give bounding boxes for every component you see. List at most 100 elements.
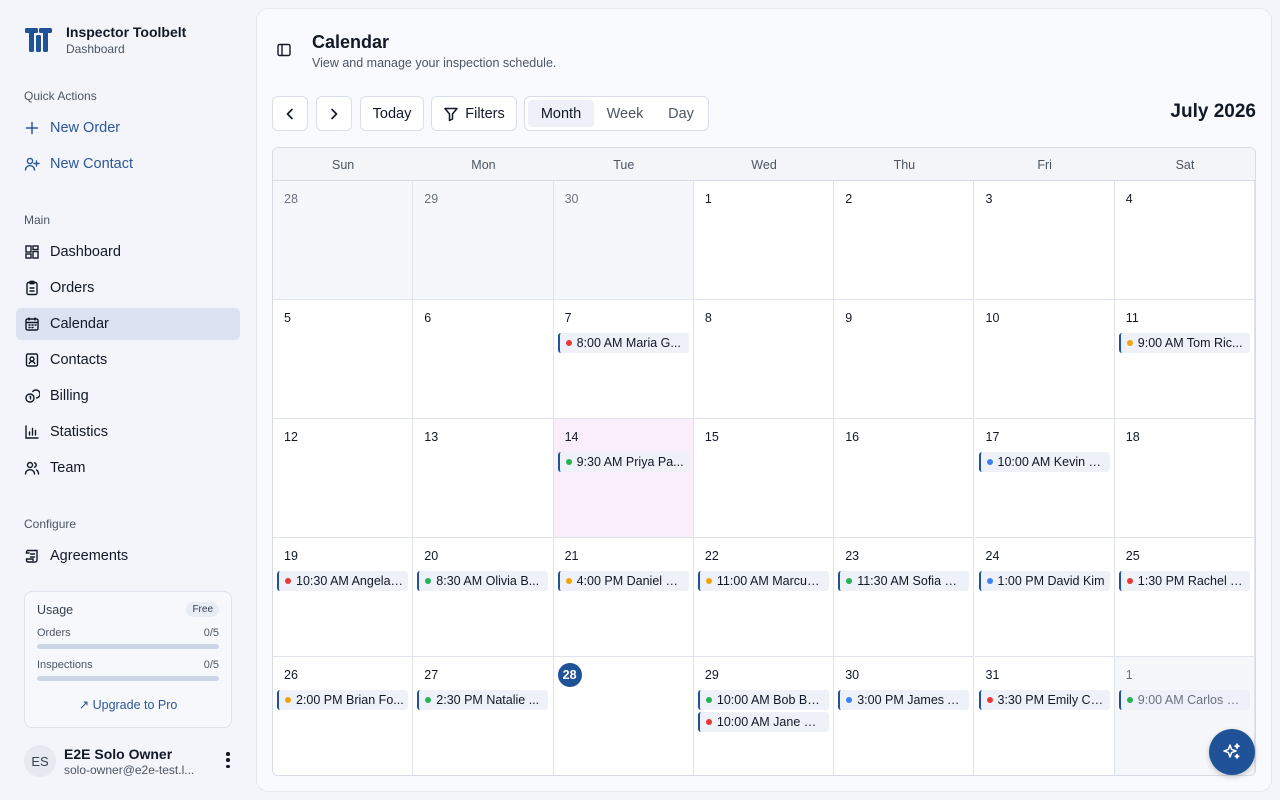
status-dot-icon (285, 578, 291, 584)
calendar-event[interactable]: 9:30 AM Priya Pa... (557, 452, 689, 472)
new-order-button[interactable]: New Order (16, 112, 240, 144)
previous-month-button[interactable] (272, 96, 308, 131)
weekday-fri: Fri (1037, 157, 1052, 172)
calendar-event[interactable]: 1:00 PM David Kim (978, 571, 1110, 591)
day-cell[interactable]: 29 (413, 181, 554, 300)
day-cell[interactable]: 5 (273, 300, 414, 419)
month-view-button[interactable]: Month (528, 100, 594, 127)
day-cell[interactable]: 10 (974, 300, 1115, 419)
today-button[interactable]: Today (360, 96, 424, 131)
calendar-event[interactable]: 1:30 PM Rachel T... (1118, 571, 1250, 591)
calendar-event[interactable]: 9:00 AM Carlos R... (1118, 690, 1250, 710)
user-menu[interactable]: ES E2E Solo Owner solo-owner@e2e-test.l.… (24, 744, 240, 778)
event-label: 10:00 AM Jane Doe (716, 715, 827, 729)
day-cell[interactable]: 15 (693, 419, 835, 538)
weekday-wed: Wed (751, 157, 777, 172)
user-name: E2E Solo Owner (64, 745, 173, 762)
assistant-button[interactable] (1209, 729, 1255, 775)
new-contact-button[interactable]: New Contact (16, 148, 240, 180)
status-dot-icon (425, 578, 432, 584)
main-section-label: Main (24, 213, 51, 227)
day-view-button[interactable]: Day (656, 100, 706, 127)
sidebar-item-billing[interactable]: Billing (16, 380, 240, 412)
sidebar-item-dashboard[interactable]: Dashboard (16, 236, 240, 268)
day-cell[interactable]: 25 1:30 PM Rachel T... (1114, 538, 1255, 657)
calendar-event[interactable]: 11:00 AM Marcus ... (697, 571, 829, 591)
more-options-icon[interactable] (222, 752, 234, 768)
filter-icon (444, 107, 458, 121)
day-cell[interactable]: 24 1:00 PM David Kim (974, 538, 1115, 657)
sidebar-item-orders[interactable]: Orders (16, 272, 240, 304)
coins-icon (25, 389, 40, 403)
day-cell[interactable]: 31 3:30 PM Emily Ca... (974, 657, 1115, 775)
sparkles-icon (1223, 743, 1240, 759)
calendar-event[interactable]: 4:00 PM Daniel N... (557, 571, 689, 591)
calendar-event[interactable]: 10:00 AM Kevin O... (978, 452, 1110, 472)
day-cell[interactable]: 14 9:30 AM Priya Pa... (553, 419, 694, 538)
day-cell[interactable]: 13 (413, 419, 554, 538)
dashboard-icon (25, 245, 39, 259)
sidebar-item-contacts[interactable]: Contacts (16, 344, 240, 376)
status-dot-icon (846, 697, 853, 703)
calendar-event[interactable]: 11:30 AM Sofia M... (838, 571, 970, 591)
calendar-event[interactable]: 8:30 AM Olivia B... (417, 571, 549, 591)
day-cell[interactable]: 30 3:00 PM James A... (834, 657, 975, 775)
event-label: 10:00 AM Kevin O... (997, 455, 1109, 469)
day-cell[interactable]: 6 (413, 300, 554, 419)
day-cell[interactable]: 20 8:30 AM Olivia B... (413, 538, 554, 657)
day-cell[interactable]: 29 10:00 AM Bob Bui... 10:00 AM Jane Doe (693, 657, 835, 775)
sidebar-item-team[interactable]: Team (16, 452, 240, 484)
sidebar-item-agreements[interactable]: Agreements (16, 540, 240, 572)
day-cell[interactable]: 17 10:00 AM Kevin O... (974, 419, 1115, 538)
day-cell[interactable]: 19 10:30 AM Angela ... (273, 538, 414, 657)
day-cell[interactable]: 1 (693, 181, 835, 300)
sidebar-item-calendar[interactable]: Calendar (16, 308, 240, 340)
sidebar-toggle-icon[interactable] (276, 42, 292, 58)
filters-button[interactable]: Filters (431, 96, 517, 131)
sidebar: Inspector Toolbelt Dashboard Quick Actio… (0, 0, 256, 800)
date-number: 20 (424, 549, 439, 563)
sidebar-item-statistics[interactable]: Statistics (16, 416, 240, 448)
calendar-event[interactable]: 3:30 PM Emily Ca... (978, 690, 1110, 710)
usage-card: Usage Free Orders 0/5 Inspections 0/5 ↗ … (24, 591, 232, 728)
calendar-event[interactable]: 10:00 AM Bob Bui... (697, 690, 829, 710)
day-cell[interactable]: 27 2:30 PM Natalie ... (413, 657, 554, 775)
status-dot-icon (565, 340, 572, 346)
brand[interactable]: Inspector Toolbelt Dashboard (24, 24, 186, 56)
day-cell[interactable]: 21 4:00 PM Daniel N... (553, 538, 694, 657)
orders-usage-label: Orders (37, 627, 71, 639)
day-cell[interactable]: 26 2:00 PM Brian Fo... (273, 657, 414, 775)
next-month-button[interactable] (316, 96, 352, 131)
calendar-event[interactable]: 10:00 AM Jane Doe (697, 712, 829, 732)
new-contact-label: New Contact (50, 156, 134, 172)
clipboard-icon (26, 280, 38, 296)
day-cell[interactable]: 3 (974, 181, 1115, 300)
day-cell[interactable]: 12 (273, 419, 414, 538)
day-cell[interactable]: 7 8:00 AM Maria G... (553, 300, 694, 419)
calendar-event[interactable]: 9:00 AM Tom Ric... (1118, 333, 1250, 353)
upgrade-button[interactable]: ↗ Upgrade to Pro (37, 697, 219, 712)
day-cell[interactable]: 18 (1114, 419, 1255, 538)
day-cell[interactable]: 30 (553, 181, 694, 300)
calendar-event[interactable]: 3:00 PM James A... (838, 690, 970, 710)
calendar-event[interactable]: 2:30 PM Natalie ... (417, 690, 549, 710)
date-number: 8 (704, 311, 712, 325)
calendar-event[interactable]: 8:00 AM Maria G... (557, 333, 689, 353)
contact-card-icon (25, 353, 39, 367)
day-cell[interactable]: 4 (1114, 181, 1255, 300)
day-cell[interactable]: 22 11:00 AM Marcus ... (693, 538, 835, 657)
day-cell[interactable]: 11 9:00 AM Tom Ric... (1114, 300, 1255, 419)
date-number: 12 (284, 430, 298, 444)
day-cell[interactable]: 16 (834, 419, 975, 538)
day-cell[interactable]: 23 11:30 AM Sofia M... (834, 538, 975, 657)
day-cell[interactable]: 9 (834, 300, 975, 419)
day-cell[interactable]: 8 (693, 300, 835, 419)
day-cell[interactable]: 28 (273, 181, 414, 300)
date-number: 31 (985, 668, 1000, 682)
date-number: 21 (564, 549, 579, 563)
week-view-button[interactable]: Week (596, 100, 654, 127)
calendar-event[interactable]: 10:30 AM Angela ... (277, 571, 408, 591)
day-cell[interactable]: 2 (834, 181, 975, 300)
day-cell[interactable]: 28 (553, 657, 694, 775)
calendar-event[interactable]: 2:00 PM Brian Fo... (277, 690, 408, 710)
